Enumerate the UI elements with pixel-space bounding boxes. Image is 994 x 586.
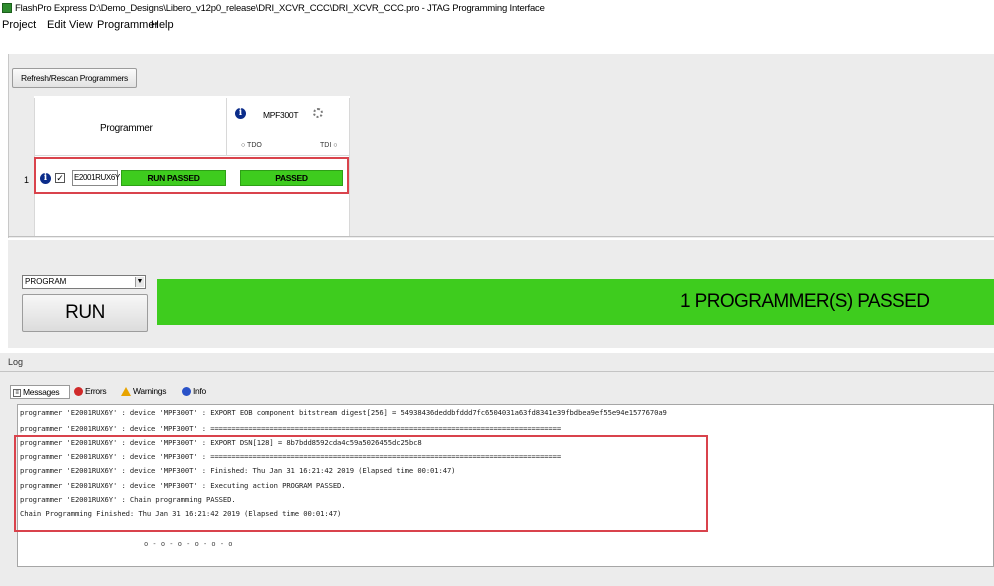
tdi-label: TDI ○ [320,142,338,149]
grid-divider [34,155,350,156]
messages-icon: ≡ [13,388,21,397]
menu-programmer[interactable]: Programmer [97,17,158,33]
action-select-value: PROGRAM [25,277,67,286]
tab-info[interactable]: Info [182,385,206,399]
info-icon[interactable]: i [235,108,246,119]
log-title: Log [8,357,24,367]
panel-separator [0,371,994,372]
highlight-box [34,157,349,194]
menu-edit[interactable]: Edit [47,17,66,33]
window-title: FlashPro Express D:\Demo_Designs\Libero_… [15,3,545,14]
info-icon [182,387,191,397]
tab-errors[interactable]: Errors [74,385,107,399]
tab-warnings[interactable]: Warnings [121,385,166,399]
tab-errors-label: Errors [85,386,107,396]
action-select[interactable]: PROGRAM ▼ [22,275,146,289]
grid-divider [226,98,227,156]
log-line: programmer 'E2001RUX6Y' : device 'MPF300… [20,424,562,433]
title-bar: FlashPro Express D:\Demo_Designs\Libero_… [0,0,994,17]
chip-icon [313,108,323,118]
log-footer: o - o - o - o - o - o [144,540,233,548]
dropdown-arrow-icon[interactable]: ▼ [135,277,144,287]
programmer-column-header: Programmer [100,123,153,134]
row-index: 1 [24,175,30,185]
tab-warnings-label: Warnings [133,386,167,396]
panel-separator [8,236,994,237]
menu-help[interactable]: Help [151,17,174,33]
warning-icon [121,387,131,397]
menu-bar: Project Edit View Programmer Help [0,17,994,34]
device-column-header: MPF300T [263,110,299,120]
menu-view[interactable]: View [69,17,93,33]
tdo-label: ○ TDO [241,142,262,149]
rescan-programmers-button[interactable]: Refresh/Rescan Programmers [12,68,137,88]
tab-messages[interactable]: ≡ Messages [10,385,70,399]
log-line: programmer 'E2001RUX6Y' : device 'MPF300… [20,408,667,417]
grid-divider [349,98,350,236]
highlight-box [14,435,708,532]
app-icon [2,3,12,13]
status-text: 1 PROGRAMMER(S) PASSED [680,291,930,312]
run-button[interactable]: RUN [22,294,148,332]
menu-project[interactable]: Project [2,17,36,33]
error-icon [74,387,83,397]
tab-messages-label: Messages [23,387,60,397]
tab-info-label: Info [193,386,206,396]
